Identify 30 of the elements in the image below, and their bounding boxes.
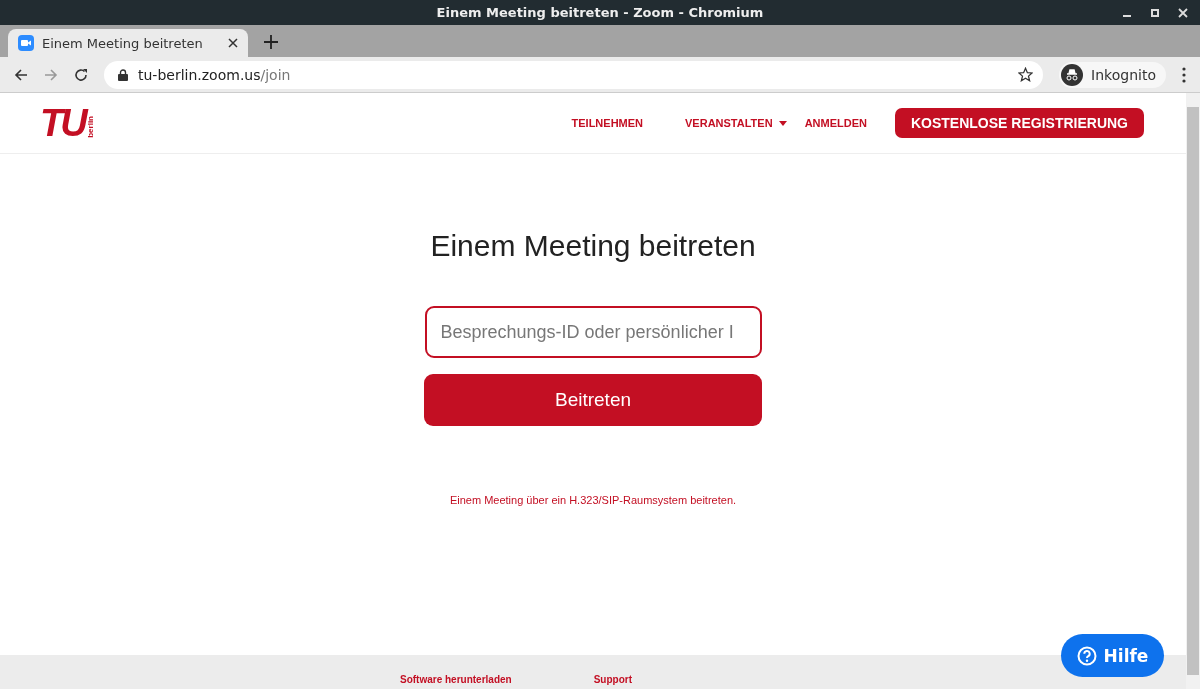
reload-icon[interactable] — [74, 67, 88, 82]
lock-icon — [118, 68, 128, 81]
footer-heading: Support — [593, 675, 633, 687]
close-icon[interactable] — [228, 38, 238, 48]
tu-berlin-logo[interactable]: TU berlin — [40, 104, 95, 142]
caret-icon — [778, 120, 787, 126]
back-arrow-icon[interactable] — [14, 67, 28, 82]
nav-link[interactable]: ANMELDEN — [804, 117, 867, 129]
browser-tab[interactable]: Einem Meeting beitreten — [8, 29, 248, 57]
incognito-profile-button[interactable]: Inkognito — [1059, 61, 1166, 88]
page-heading: Einem Meeting beitreten — [430, 229, 756, 263]
nav-link[interactable]: TEILNEHMEN — [571, 117, 644, 129]
star-icon[interactable] — [1018, 67, 1034, 82]
maximize-icon[interactable] — [1150, 8, 1160, 18]
register-button[interactable]: KOSTENLOSE REGISTRIERUNG — [894, 108, 1144, 138]
meeting-id-field[interactable]: Besprechungs-ID oder persönlicher I — [424, 306, 762, 358]
scrollbar[interactable] — [1186, 93, 1200, 689]
question-mark-icon — [1076, 645, 1097, 666]
url-text: tu-berlin.zoom.us/join — [138, 66, 292, 83]
video-camera-icon — [18, 35, 34, 51]
address-bar[interactable]: tu-berlin.zoom.us/join — [104, 60, 1044, 89]
menu-icon[interactable] — [1182, 66, 1186, 83]
incognito-icon — [1061, 63, 1084, 86]
help-button[interactable]: Hilfe — [1061, 634, 1164, 677]
window-title: Einem Meeting beitreten - Zoom - Chromium — [436, 5, 764, 20]
footer-heading: Software herunterladen — [400, 675, 512, 687]
room-system-link[interactable]: Einem Meeting über ein H.323/SIP-Raumsystem beitreten. — [449, 494, 737, 506]
nav-dropdown[interactable]: VERANSTALTEN — [685, 117, 787, 129]
join-button[interactable]: Beitreten — [424, 374, 762, 426]
new-tab-icon[interactable] — [264, 35, 278, 49]
